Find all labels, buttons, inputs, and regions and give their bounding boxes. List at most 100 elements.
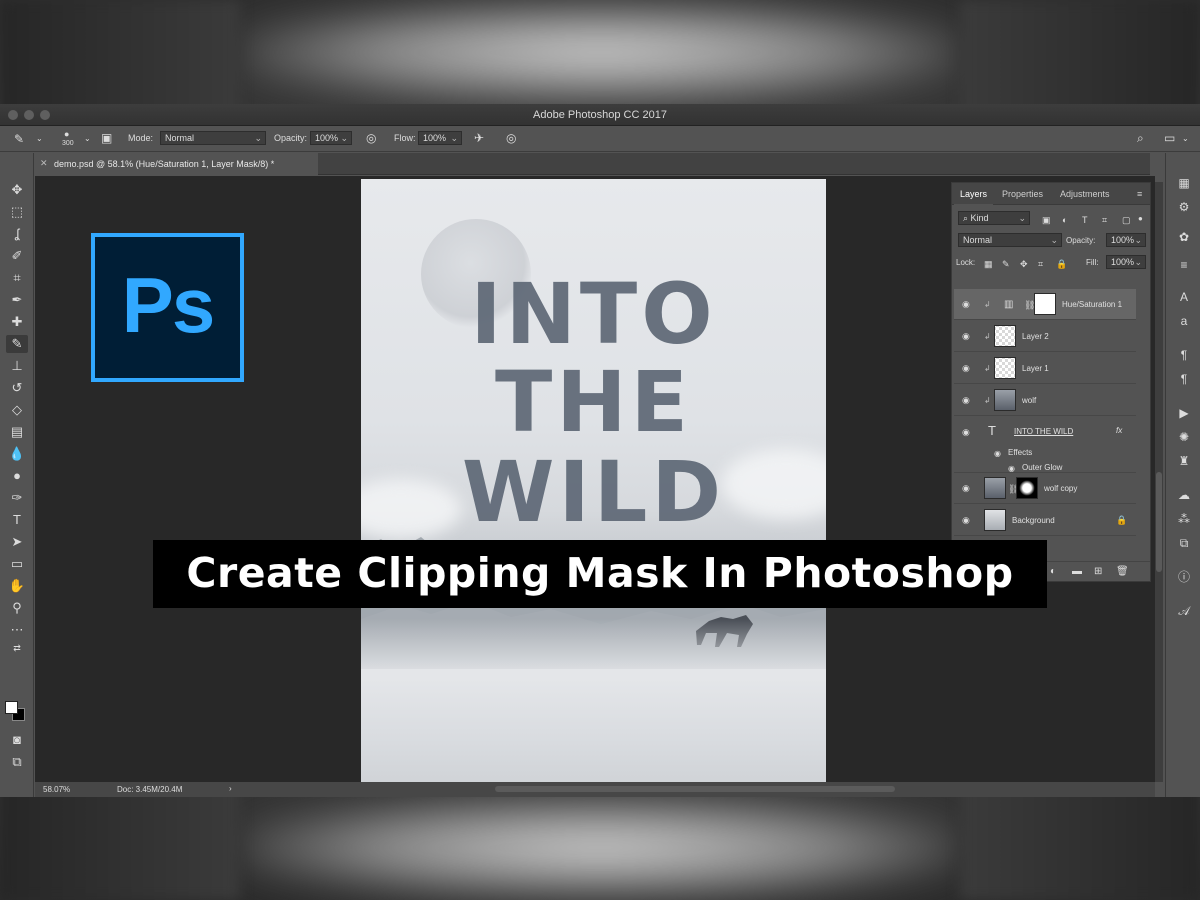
paragraph-style-icon[interactable]: ¶ [1175, 371, 1193, 387]
new-group-icon[interactable]: ▬ [1072, 566, 1082, 578]
fill-field[interactable]: 100% ⌄ [1106, 255, 1146, 269]
trash-icon[interactable]: 🗑 [1116, 566, 1129, 578]
layer-thumbnail[interactable] [984, 509, 1006, 531]
eye-icon[interactable]: ◉ [962, 427, 970, 438]
filter-type-icon[interactable]: T [1082, 214, 1088, 226]
layer-row-wolf-copy[interactable]: ◉ ⛓ wolf copy [954, 473, 1136, 504]
pressure-size-icon[interactable]: ◎ [506, 132, 516, 144]
brush-panel-icon[interactable]: ▣ [101, 132, 112, 144]
filter-toggle-icon[interactable]: ● [1138, 213, 1143, 225]
layer-row-into-the-wild[interactable]: ◉ T INTO THE WILD fx ◉ Effects ◉ Outer G… [954, 417, 1136, 473]
eye-icon[interactable]: ◉ [962, 299, 970, 310]
history-brush-icon[interactable]: ↺ [6, 379, 28, 397]
fx-badge[interactable]: fx [1116, 426, 1122, 435]
eraser-icon[interactable]: ◇ [6, 401, 28, 419]
eye-icon[interactable]: ◉ [962, 483, 970, 494]
layer-thumbnail[interactable] [984, 477, 1006, 499]
screen-mode-icon[interactable]: ⧉ [6, 753, 28, 771]
scrollbar-thumb[interactable] [1156, 472, 1162, 572]
glyphs-icon[interactable]: 𝒜 [1175, 603, 1193, 619]
lock-image-icon[interactable]: ✎ [1002, 258, 1010, 270]
opacity-field[interactable]: 100% ⌄ [310, 131, 352, 145]
airbrush-icon[interactable]: ✈ [474, 132, 484, 144]
layer-thumbnail[interactable] [994, 389, 1016, 411]
layer-mask-thumbnail[interactable] [1016, 477, 1038, 499]
pen-icon[interactable]: ✑ [6, 489, 28, 507]
chevron-down-icon[interactable]: ⌄ [84, 133, 91, 145]
channels-icon[interactable]: ⁂ [1175, 511, 1193, 527]
foreground-color-swatch[interactable] [5, 701, 18, 714]
brush-presets-icon[interactable]: ✺ [1175, 429, 1193, 445]
horizontal-scrollbar[interactable] [495, 786, 895, 792]
adjustments-icon[interactable]: ≡ [1175, 257, 1193, 273]
filter-pixel-icon[interactable]: ▣ [1042, 214, 1051, 226]
navigator-icon[interactable]: ⚙ [1175, 199, 1193, 215]
rectangle-icon[interactable]: ▭ [6, 555, 28, 573]
eye-icon[interactable]: ◉ [962, 515, 970, 526]
swap-colors-icon[interactable]: ⇄ [6, 639, 28, 657]
layer-row-layer-1[interactable]: ◉ ↲ Layer 1 [954, 353, 1136, 384]
workspace-icon[interactable]: ▭ [1164, 132, 1175, 144]
move-icon[interactable]: ✥ [6, 181, 28, 199]
lock-artboard-icon[interactable]: ⌗ [1038, 258, 1043, 270]
tab-properties[interactable]: Properties [1002, 189, 1043, 199]
layer-row-layer-2[interactable]: ◉ ↲ Layer 2 [954, 321, 1136, 352]
layer-row-wolf[interactable]: ◉ ↲ wolf [954, 385, 1136, 416]
vertical-scrollbar[interactable] [1155, 182, 1163, 782]
brush-icon[interactable]: ✎ [6, 335, 28, 353]
gradient-icon[interactable]: ▤ [6, 423, 28, 441]
layer-mask-thumbnail[interactable] [1034, 293, 1056, 315]
panel-menu-icon[interactable]: ≡ [1137, 189, 1142, 199]
tab-adjustments[interactable]: Adjustments [1060, 189, 1110, 199]
character-icon[interactable]: A [1175, 289, 1193, 305]
layer-thumbnail[interactable] [994, 325, 1016, 347]
histogram-icon[interactable]: ▦ [1175, 175, 1193, 191]
lock-position-icon[interactable]: ✥ [1020, 258, 1028, 270]
document-tab[interactable]: ✕ demo.psd @ 58.1% (Hue/Saturation 1, La… [34, 153, 318, 175]
blur-icon[interactable]: 💧 [6, 445, 28, 463]
libraries-icon[interactable]: ☁ [1175, 487, 1193, 503]
blend-mode-select[interactable]: Normal ⌄ [958, 233, 1062, 247]
eye-icon[interactable]: ◉ [962, 363, 970, 374]
brush-preset-icon[interactable]: ✎ [14, 133, 24, 145]
new-layer-icon[interactable]: ⊞ [1094, 566, 1102, 578]
path-select-icon[interactable]: ➤ [6, 533, 28, 551]
filter-shape-icon[interactable]: ⌗ [1102, 214, 1107, 226]
stamp-icon[interactable]: ⊥ [6, 357, 28, 375]
eye-icon[interactable]: ◉ [962, 395, 970, 406]
lock-icon[interactable]: 🔒 [1056, 258, 1067, 270]
paths-icon[interactable]: ⧉ [1175, 535, 1193, 551]
info-icon[interactable]: ⓘ [1175, 569, 1193, 585]
zoom-level[interactable]: 58.07% [43, 785, 70, 794]
quick-select-icon[interactable]: ✐ [6, 247, 28, 265]
dodge-icon[interactable]: ● [6, 467, 28, 485]
chevron-down-icon[interactable]: ⌄ [1182, 133, 1189, 145]
eye-icon[interactable]: ◉ [962, 331, 970, 342]
marquee-icon[interactable]: ⬚ [6, 203, 28, 221]
quick-mask-icon[interactable]: ◙ [6, 731, 28, 749]
layer-thumbnail[interactable] [994, 357, 1016, 379]
character-style-icon[interactable]: a [1175, 313, 1193, 329]
lasso-icon[interactable]: ʆ [6, 225, 28, 243]
pressure-opacity-icon[interactable]: ◎ [366, 132, 376, 144]
hand-icon[interactable]: ✋ [6, 577, 28, 595]
status-menu-arrow[interactable]: › [229, 784, 232, 793]
document-canvas[interactable]: INTO THE WILD [361, 179, 826, 782]
tab-layers[interactable]: Layers [953, 189, 994, 205]
more-tools-icon[interactable]: ⋯ [6, 621, 28, 639]
layer-opacity-field[interactable]: 100% ⌄ [1106, 233, 1146, 247]
layer-row-background[interactable]: ◉ Background 🔒 [954, 505, 1136, 536]
filter-kind-select[interactable]: ⌕ Kind ⌄ [958, 211, 1030, 225]
crop-icon[interactable]: ⌗ [6, 269, 28, 287]
filter-smart-icon[interactable]: ▢ [1122, 214, 1131, 226]
new-fill-layer-icon[interactable]: ◐ [1050, 566, 1056, 578]
zoom-icon[interactable]: ⚲ [6, 599, 28, 617]
eyedropper-icon[interactable]: ✒ [6, 291, 28, 309]
healing-icon[interactable]: ✚ [6, 313, 28, 331]
paragraph-icon[interactable]: ¶ [1175, 347, 1193, 363]
lock-transparent-icon[interactable]: ▦ [984, 258, 993, 270]
eye-icon[interactable]: ◉ [994, 448, 1001, 460]
clone-source-icon[interactable]: ♜ [1175, 453, 1193, 469]
layer-row-hue-saturation[interactable]: ◉ ↲ ▥ ⛓ Hue/Saturation 1 [954, 289, 1136, 320]
color-icon[interactable]: ✿ [1175, 229, 1193, 245]
